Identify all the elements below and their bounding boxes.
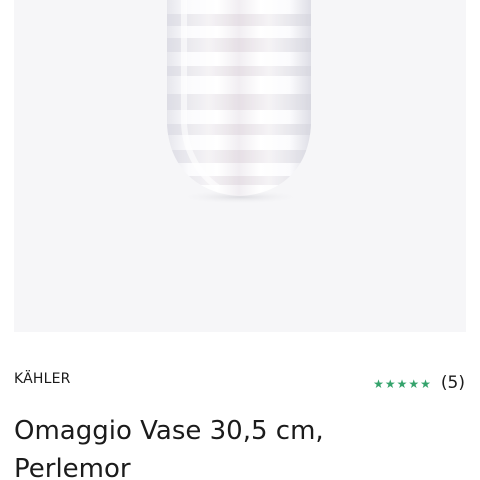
star-icon: ★ bbox=[373, 376, 384, 391]
vase-image bbox=[167, 0, 311, 204]
product-rating[interactable]: ★ ★ ★ ★ ★ (5) bbox=[373, 375, 465, 392]
product-page: KÄHLER ★ ★ ★ ★ ★ (5) Omaggio Vase 30,5 c… bbox=[0, 0, 480, 480]
star-icon: ★ bbox=[396, 376, 408, 391]
rating-stars: ★ ★ ★ ★ ★ bbox=[373, 378, 431, 390]
brand-name[interactable]: KÄHLER bbox=[14, 371, 71, 387]
star-icon: ★ bbox=[384, 376, 396, 391]
product-title: Omaggio Vase 30,5 cm, Perlemor bbox=[14, 416, 324, 480]
product-image[interactable] bbox=[14, 0, 466, 332]
star-icon: ★ bbox=[420, 376, 431, 391]
review-count[interactable]: (5) bbox=[441, 375, 465, 392]
star-icon: ★ bbox=[408, 376, 420, 391]
